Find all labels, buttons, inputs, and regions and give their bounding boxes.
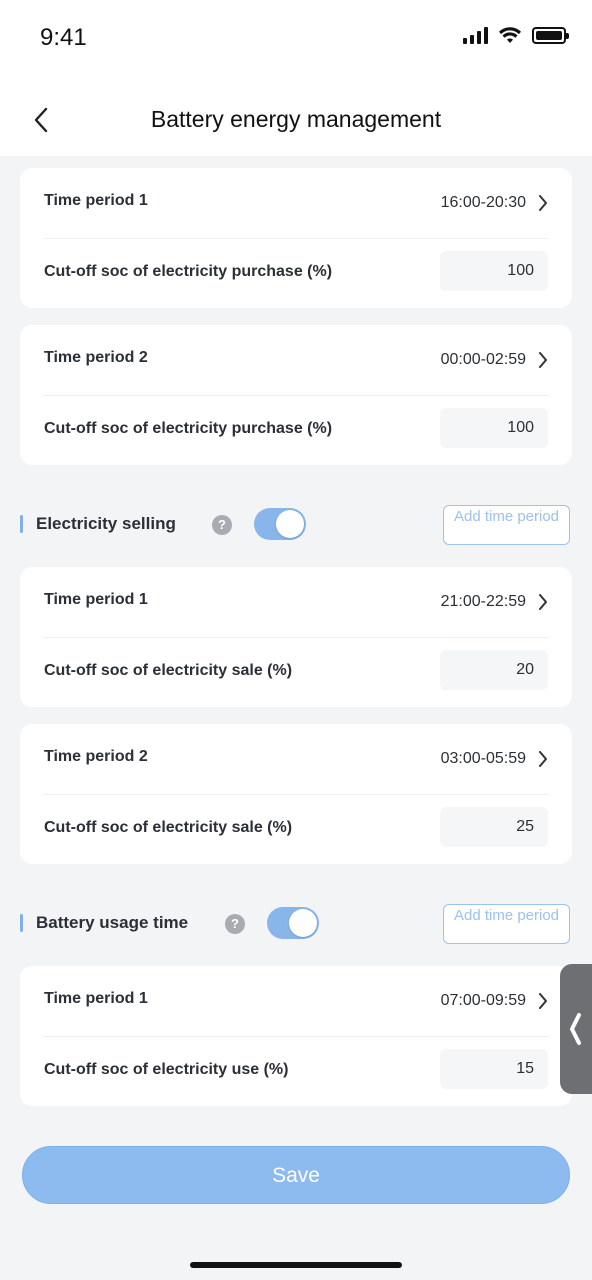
time-range: 03:00-05:59 <box>440 750 526 767</box>
time-range: 21:00-22:59 <box>440 593 526 610</box>
soc-label: Cut-off soc of electricity purchase (%) <box>44 263 333 280</box>
section-accent-bar <box>20 515 23 533</box>
soc-input[interactable]: 15 <box>440 1049 548 1089</box>
time-period-label: Time period 1 <box>44 990 148 1007</box>
time-period-selector[interactable]: 00:00-02:59 <box>441 351 548 369</box>
cellular-signal-icon <box>463 26 488 44</box>
soc-label: Cut-off soc of electricity purchase (%) <box>44 420 333 437</box>
time-period-label: Time period 1 <box>44 591 148 608</box>
usage-period-card-1: Time period 1 07:00-09:59 Cut-off soc of… <box>20 966 572 1106</box>
section-title: Battery usage time <box>36 913 189 932</box>
soc-input[interactable]: 20 <box>440 650 548 690</box>
soc-label: Cut-off soc of electricity use (%) <box>44 1061 289 1078</box>
status-time: 9:41 <box>40 24 87 51</box>
time-period-selector[interactable]: 16:00-20:30 <box>441 194 548 212</box>
home-indicator <box>190 1262 402 1268</box>
status-bar: 9:41 <box>0 0 592 80</box>
purchase-period-card-1: Time period 1 16:00-20:30 Cut-off soc of… <box>20 168 572 308</box>
time-period-label: Time period 2 <box>44 748 148 765</box>
battery-icon <box>532 26 569 44</box>
chevron-right-icon <box>538 751 548 767</box>
selling-section-header: Electricity selling ? Add time period <box>20 505 572 545</box>
soc-input[interactable]: 25 <box>440 807 548 847</box>
chevron-left-icon <box>570 1013 581 1045</box>
chevron-right-icon <box>538 352 548 368</box>
section-accent-bar <box>20 914 23 932</box>
soc-label: Cut-off soc of electricity sale (%) <box>44 662 293 679</box>
time-period-selector[interactable]: 03:00-05:59 <box>441 750 548 768</box>
selling-period-card-2: Time period 2 03:00-05:59 Cut-off soc of… <box>20 724 572 864</box>
time-range: 00:00-02:59 <box>440 351 526 368</box>
page-title: Battery energy management <box>150 106 442 132</box>
soc-input[interactable]: 100 <box>440 408 548 448</box>
wifi-icon <box>499 27 521 43</box>
time-period-label: Time period 2 <box>44 349 148 366</box>
save-button[interactable]: Save <box>22 1146 570 1204</box>
chevron-right-icon <box>538 594 548 610</box>
time-period-selector[interactable]: 21:00-22:59 <box>441 593 548 611</box>
add-time-period-button[interactable]: Add time period <box>443 904 570 944</box>
time-range: 16:00-20:30 <box>440 194 526 211</box>
status-icons <box>463 26 569 44</box>
chevron-right-icon <box>538 993 548 1009</box>
time-period-label: Time period 1 <box>44 192 148 209</box>
usage-section-header: Battery usage time ? Add time period <box>20 904 572 944</box>
side-drawer-handle[interactable] <box>560 964 592 1094</box>
add-time-period-button[interactable]: Add time period <box>443 505 570 545</box>
selling-period-card-1: Time period 1 21:00-22:59 Cut-off soc of… <box>20 567 572 707</box>
time-range: 07:00-09:59 <box>440 992 526 1009</box>
purchase-period-card-2: Time period 2 00:00-02:59 Cut-off soc of… <box>20 325 572 465</box>
time-period-selector[interactable]: 07:00-09:59 <box>441 992 548 1010</box>
section-title: Electricity selling <box>36 514 176 533</box>
chevron-right-icon <box>538 195 548 211</box>
selling-toggle[interactable] <box>254 508 306 540</box>
usage-toggle[interactable] <box>267 907 319 939</box>
help-icon[interactable]: ? <box>212 515 232 535</box>
soc-label: Cut-off soc of electricity sale (%) <box>44 819 293 836</box>
nav-bar: Battery energy management <box>0 80 592 156</box>
help-icon[interactable]: ? <box>225 914 245 934</box>
soc-input[interactable]: 100 <box>440 251 548 291</box>
